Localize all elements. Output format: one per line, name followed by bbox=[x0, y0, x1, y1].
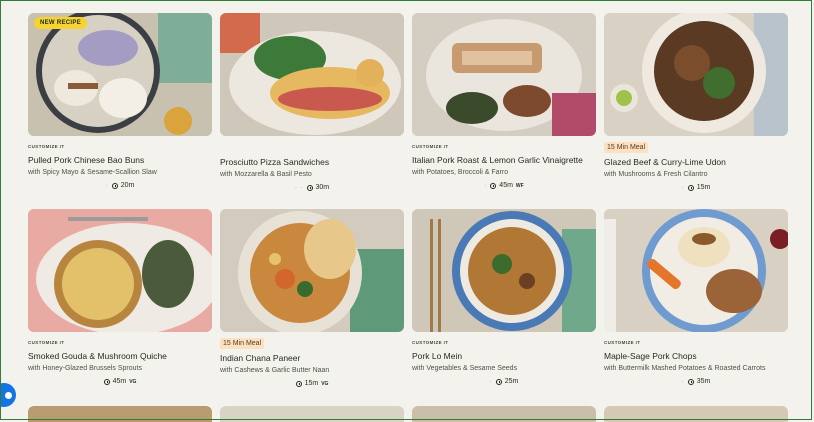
dots: · bbox=[105, 183, 109, 189]
recipe-image-partial[interactable] bbox=[604, 406, 788, 422]
quiche-photo bbox=[28, 209, 212, 332]
recipe-image[interactable]: NEW RECIPE bbox=[28, 13, 212, 136]
recipe-image-partial[interactable] bbox=[28, 406, 212, 422]
chana-paneer-photo bbox=[220, 209, 404, 332]
recipe-image-partial[interactable] bbox=[220, 406, 404, 422]
recipe-card[interactable]: CUSTOMIZE IT Pork Lo Mein with Vegetable… bbox=[412, 209, 596, 387]
recipe-card[interactable]: CUSTOMIZE IT Maple-Sage Pork Chops with … bbox=[604, 209, 788, 387]
dots: · bbox=[681, 185, 685, 191]
recipe-title[interactable]: Italian Pork Roast & Lemon Garlic Vinaig… bbox=[412, 155, 596, 166]
pork-roast-photo bbox=[412, 13, 596, 136]
recipe-subtitle: with Honey-Glazed Brussels Sprouts bbox=[28, 365, 142, 372]
recipe-image[interactable] bbox=[220, 209, 404, 332]
recipe-title[interactable]: Pork Lo Mein bbox=[412, 351, 596, 362]
recipe-subtitle: with Potatoes, Broccoli & Farro bbox=[412, 169, 509, 176]
recipe-image[interactable] bbox=[604, 13, 788, 136]
recipe-image[interactable] bbox=[220, 13, 404, 136]
diet-badge: VG bbox=[129, 379, 137, 385]
recipe-title[interactable]: Pulled Pork Chinese Bao Buns bbox=[28, 155, 212, 166]
customize-tag: CUSTOMIZE IT bbox=[28, 340, 65, 345]
cook-time: 35m bbox=[696, 378, 711, 385]
recipe-meta: · 25m bbox=[412, 377, 596, 387]
recipe-grid: NEW RECIPE CUSTOMIZE IT Pulled Pork Chin… bbox=[0, 0, 814, 422]
recipe-image[interactable] bbox=[28, 209, 212, 332]
customize-tag: CUSTOMIZE IT bbox=[604, 340, 641, 345]
quick-meal-tag: 15 Min Meal bbox=[604, 142, 649, 153]
cook-time: 25m bbox=[504, 378, 519, 385]
recipe-subtitle: with Buttermilk Mashed Potatoes & Roaste… bbox=[604, 365, 766, 372]
recipe-card[interactable]: 15 Min Meal Indian Chana Paneer with Cas… bbox=[220, 209, 404, 389]
cook-time: 15m bbox=[696, 184, 711, 191]
chat-icon bbox=[4, 391, 12, 399]
recipe-image[interactable] bbox=[604, 209, 788, 332]
recipe-meta: · 15m bbox=[604, 183, 788, 193]
clock-icon bbox=[687, 379, 694, 385]
recipe-subtitle: with Cashews & Garlic Butter Naan bbox=[220, 367, 330, 374]
recipe-title[interactable]: Prosciutto Pizza Sandwiches bbox=[220, 157, 404, 168]
recipe-subtitle: with Spicy Mayo & Sesame-Scallion Slaw bbox=[28, 169, 157, 176]
dots: · bbox=[484, 183, 488, 189]
recipe-meta: · 45m WF bbox=[412, 181, 596, 191]
customize-tag: CUSTOMIZE IT bbox=[28, 144, 65, 149]
customize-tag: CUSTOMIZE IT bbox=[412, 144, 449, 149]
clock-icon bbox=[490, 183, 497, 189]
recipe-meta: 45m VG bbox=[28, 377, 212, 387]
diet-badge: VG bbox=[321, 381, 329, 387]
recipe-image-partial[interactable] bbox=[412, 406, 596, 422]
recipe-card[interactable]: CUSTOMIZE IT Smoked Gouda & Mushroom Qui… bbox=[28, 209, 212, 387]
cook-time: 15m bbox=[304, 380, 319, 387]
recipe-card[interactable]: Prosciutto Pizza Sandwiches with Mozzare… bbox=[220, 13, 404, 193]
recipe-image[interactable] bbox=[412, 13, 596, 136]
clock-icon bbox=[306, 185, 313, 191]
recipe-title[interactable]: Indian Chana Paneer bbox=[220, 353, 404, 364]
recipe-title[interactable]: Smoked Gouda & Mushroom Quiche bbox=[28, 351, 212, 362]
recipe-card[interactable]: 15 Min Meal Glazed Beef & Curry-Lime Udo… bbox=[604, 13, 788, 193]
cook-time: 45m bbox=[112, 378, 127, 385]
diet-badge: WF bbox=[515, 183, 524, 189]
clock-icon bbox=[111, 183, 118, 189]
bao-buns-photo bbox=[28, 13, 212, 136]
recipe-subtitle: with Vegetables & Sesame Seeds bbox=[412, 365, 518, 372]
lo-mein-photo bbox=[412, 209, 596, 332]
dots: · bbox=[489, 379, 493, 385]
new-recipe-badge: NEW RECIPE bbox=[34, 17, 88, 29]
recipe-title[interactable]: Glazed Beef & Curry-Lime Udon bbox=[604, 157, 788, 168]
clock-icon bbox=[687, 185, 694, 191]
udon-photo bbox=[604, 13, 788, 136]
customize-tag: CUSTOMIZE IT bbox=[412, 340, 449, 345]
cook-time: 45m bbox=[499, 182, 513, 189]
cook-time: 20m bbox=[120, 182, 135, 189]
pork-chops-photo bbox=[604, 209, 788, 332]
recipe-card[interactable]: NEW RECIPE CUSTOMIZE IT Pulled Pork Chin… bbox=[28, 13, 212, 191]
recipe-card[interactable]: CUSTOMIZE IT Italian Pork Roast & Lemon … bbox=[412, 13, 596, 191]
pizza-sandwich-photo bbox=[220, 13, 404, 136]
clock-icon bbox=[103, 379, 110, 385]
recipe-subtitle: with Mushrooms & Fresh Cilantro bbox=[604, 171, 708, 178]
dots: · bbox=[681, 379, 685, 385]
clock-icon bbox=[295, 381, 302, 387]
recipe-title[interactable]: Maple-Sage Pork Chops bbox=[604, 351, 788, 362]
cook-time: 30m bbox=[315, 184, 330, 191]
recipe-meta: · · 30m bbox=[220, 183, 404, 193]
recipe-meta: · 20m bbox=[28, 181, 212, 191]
quick-meal-tag: 15 Min Meal bbox=[220, 338, 265, 349]
recipe-subtitle: with Mozzarella & Basil Pesto bbox=[220, 171, 312, 178]
recipe-meta: 15m VG bbox=[220, 379, 404, 389]
recipe-image[interactable] bbox=[412, 209, 596, 332]
dots: · · bbox=[294, 185, 304, 191]
recipe-meta: · 35m bbox=[604, 377, 788, 387]
clock-icon bbox=[495, 379, 502, 385]
